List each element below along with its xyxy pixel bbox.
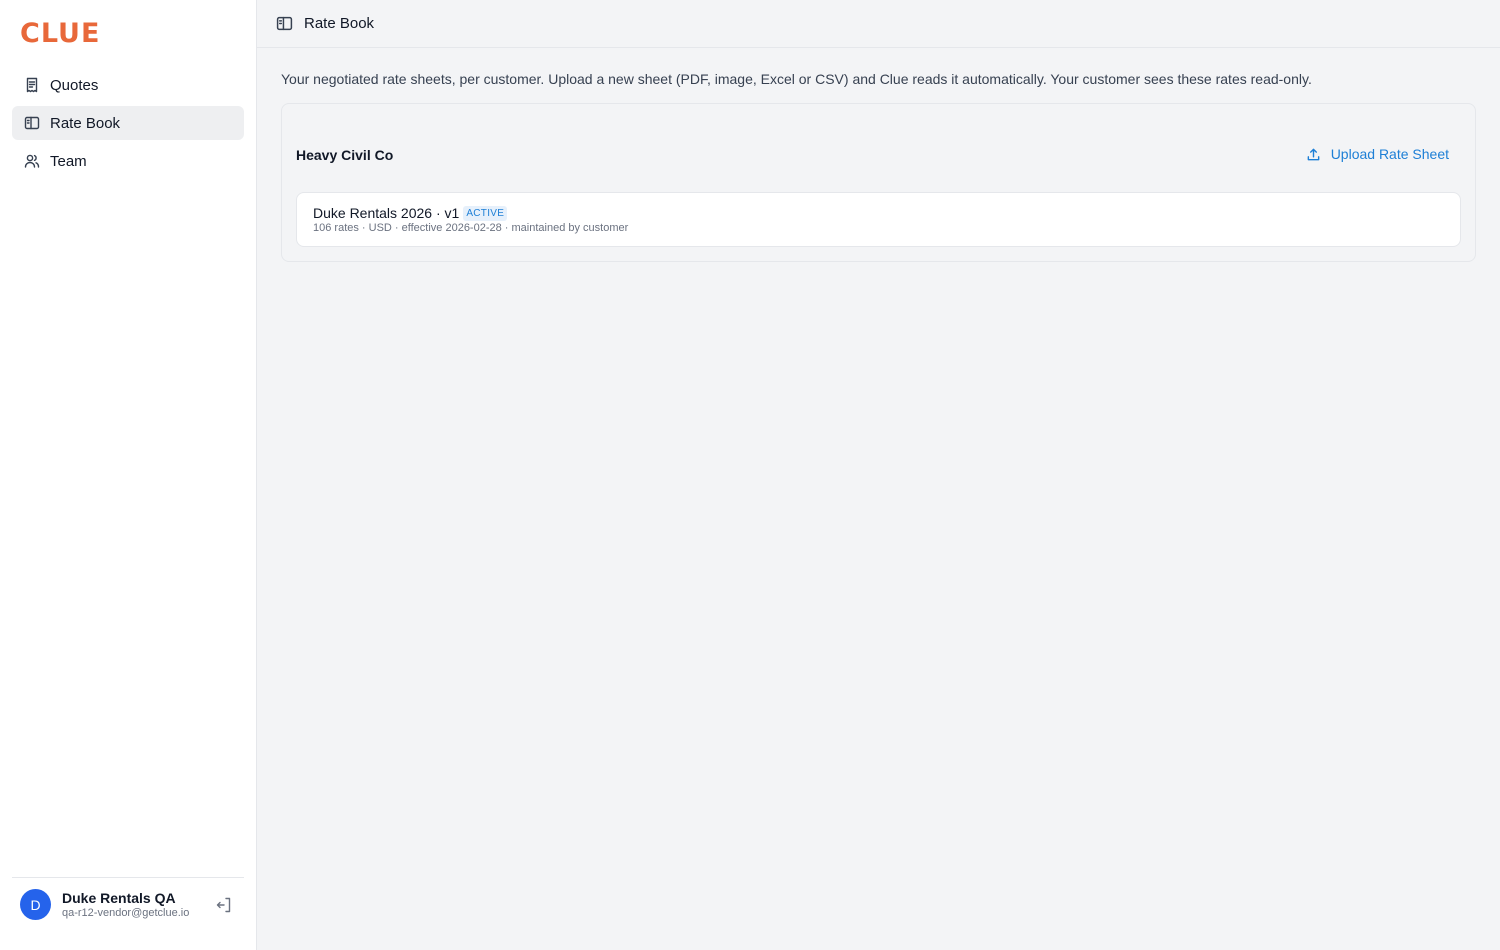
upload-rate-sheet-button[interactable]: Upload Rate Sheet [1306,146,1449,162]
logout-icon[interactable] [215,896,233,914]
rate-sheet-title-row: Duke Rentals 2026 · v1 ACTIVE [313,205,508,221]
user-profile: D Duke Rentals QA qa-r12-vendor@getclue.… [12,877,244,950]
book-open-icon[interactable] [276,15,293,32]
clue-logo[interactable]: CLUE [20,20,100,48]
receipt-icon [24,77,40,93]
upload-button-label: Upload Rate Sheet [1330,146,1449,162]
rate-sheet-title: Duke Rentals 2026 · v1 [313,205,460,221]
upload-icon [1306,147,1321,162]
book-open-icon [24,115,40,131]
sidebar-item-label: Team [50,152,87,170]
sidebar-nav: Quotes Rate Book Team [12,68,244,182]
user-name: Duke Rentals QA [62,890,176,906]
sidebar-item-rate-book[interactable]: Rate Book [12,106,244,140]
users-icon [24,153,40,169]
page-description: Your negotiated rate sheets, per custome… [281,71,1312,87]
user-email: qa-r12-vendor@getclue.io [62,907,190,919]
sidebar-item-team[interactable]: Team [12,144,244,178]
sidebar-item-quotes[interactable]: Quotes [12,68,244,102]
rate-sheet-meta: 106 rates · USD · effective 2026-02-28 ·… [313,222,629,234]
top-bar: Rate Book [257,0,1500,48]
sidebar-item-label: Quotes [50,76,99,94]
status-badge: ACTIVE [463,205,508,221]
sidebar: CLUE Quotes Rate Book Team D Duke Rental… [0,0,257,950]
rate-sheet-row[interactable]: Duke Rentals 2026 · v1 ACTIVE 106 rates … [296,192,1461,247]
avatar[interactable]: D [20,889,51,920]
sidebar-item-label: Rate Book [50,114,121,132]
customer-name: Heavy Civil Co [296,147,394,163]
page-title: Rate Book [304,15,375,32]
customer-card: Heavy Civil Co Upload Rate Sheet Duke Re… [281,103,1476,262]
